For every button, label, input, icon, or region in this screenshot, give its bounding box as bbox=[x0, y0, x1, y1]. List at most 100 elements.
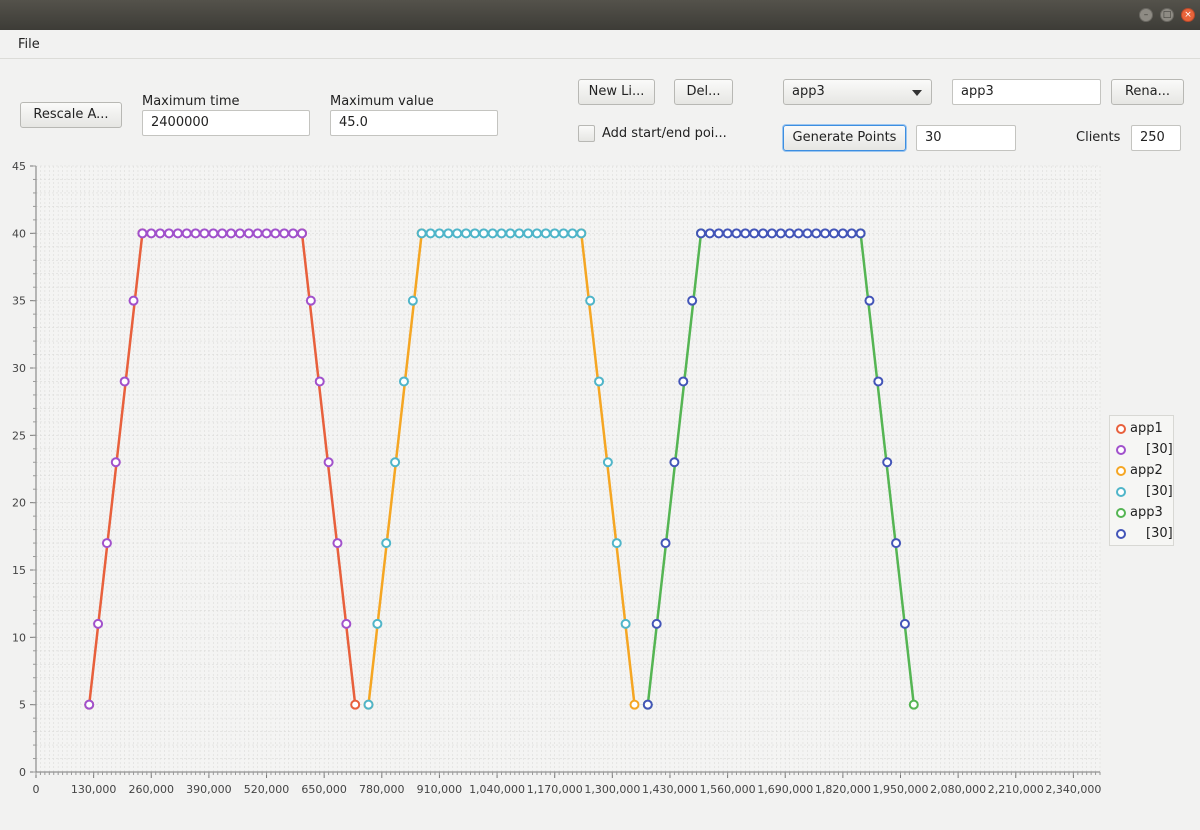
data-point bbox=[155, 228, 166, 239]
data-point bbox=[101, 538, 112, 549]
x-tick-label: 1,560,000 bbox=[700, 783, 756, 796]
y-tick-label: 40 bbox=[12, 227, 26, 240]
data-point bbox=[137, 228, 148, 239]
max-value-label: Maximum value bbox=[330, 94, 434, 109]
menu-bar: File bbox=[0, 30, 1200, 59]
legend-marker-icon bbox=[1116, 466, 1126, 476]
data-point bbox=[252, 228, 263, 239]
series-name-input[interactable]: app3 bbox=[952, 79, 1101, 105]
data-point bbox=[279, 228, 290, 239]
rename-button[interactable]: Rena... bbox=[1111, 79, 1184, 105]
x-tick-label: 1,820,000 bbox=[815, 783, 871, 796]
data-point bbox=[531, 228, 542, 239]
series-select[interactable]: app3 bbox=[783, 79, 932, 105]
data-point bbox=[190, 228, 201, 239]
close-button[interactable]: × bbox=[1181, 8, 1195, 22]
data-point bbox=[84, 699, 95, 710]
generate-count-input[interactable]: 30 bbox=[916, 125, 1016, 151]
data-point bbox=[882, 457, 893, 468]
data-point bbox=[363, 699, 374, 710]
x-tick-label: 910,000 bbox=[417, 783, 463, 796]
delete-line-button[interactable]: Del... bbox=[674, 79, 733, 105]
data-point bbox=[181, 228, 192, 239]
data-point bbox=[443, 228, 454, 239]
minimize-button[interactable]: – bbox=[1139, 8, 1153, 22]
series-select-value: app3 bbox=[792, 84, 825, 99]
x-tick-label: 390,000 bbox=[186, 783, 232, 796]
minimize-icon: – bbox=[1143, 10, 1149, 20]
data-point bbox=[478, 228, 489, 239]
x-tick-label: 260,000 bbox=[129, 783, 175, 796]
data-point bbox=[678, 376, 689, 387]
data-point bbox=[775, 228, 786, 239]
legend-label: [30] bbox=[1146, 442, 1173, 457]
plot-area bbox=[36, 166, 1100, 772]
data-point bbox=[611, 538, 622, 549]
data-point bbox=[110, 457, 121, 468]
data-point bbox=[642, 699, 653, 710]
menu-file[interactable]: File bbox=[18, 37, 40, 52]
max-time-input[interactable]: 2400000 bbox=[142, 110, 310, 136]
data-point bbox=[749, 228, 760, 239]
data-point bbox=[820, 228, 831, 239]
legend-marker-icon bbox=[1116, 508, 1126, 518]
data-point bbox=[461, 228, 472, 239]
legend-item-app2[interactable]: app2 bbox=[1116, 462, 1174, 482]
data-point bbox=[642, 699, 653, 710]
y-tick-label: 35 bbox=[12, 295, 26, 308]
x-tick-label: 0 bbox=[33, 783, 40, 796]
data-point bbox=[758, 228, 769, 239]
data-point bbox=[146, 228, 157, 239]
maximize-button[interactable]: □ bbox=[1160, 8, 1174, 22]
x-tick-label: 1,690,000 bbox=[757, 783, 813, 796]
data-point bbox=[314, 376, 325, 387]
data-point bbox=[217, 228, 228, 239]
data-point bbox=[164, 228, 174, 239]
legend-marker-icon bbox=[1116, 445, 1126, 455]
y-tick-label: 10 bbox=[12, 631, 26, 644]
x-tick-label: 780,000 bbox=[359, 783, 405, 796]
max-value-input[interactable]: 45.0 bbox=[330, 110, 498, 136]
legend-item-app1[interactable]: app1 bbox=[1116, 420, 1174, 440]
data-point bbox=[811, 228, 822, 239]
x-tick-label: 1,040,000 bbox=[469, 783, 525, 796]
legend-label: app3 bbox=[1130, 505, 1163, 520]
clients-input[interactable]: 250 bbox=[1131, 125, 1181, 151]
data-point bbox=[687, 295, 698, 306]
data-point bbox=[199, 228, 210, 239]
generate-points-button[interactable]: Generate Points bbox=[783, 125, 906, 151]
data-point bbox=[119, 376, 130, 387]
data-point bbox=[434, 228, 445, 239]
data-point bbox=[261, 228, 272, 239]
rescale-axes-button[interactable]: Rescale A... bbox=[20, 102, 122, 128]
x-tick-label: 1,430,000 bbox=[642, 783, 698, 796]
data-point bbox=[372, 618, 383, 629]
data-point bbox=[208, 228, 219, 239]
data-point bbox=[766, 228, 777, 239]
legend-item-app3[interactable]: app3 bbox=[1116, 504, 1174, 524]
x-tick-label: 1,300,000 bbox=[584, 783, 640, 796]
legend-marker-icon bbox=[1116, 529, 1126, 539]
data-point bbox=[84, 699, 95, 710]
chevron-down-icon bbox=[912, 90, 922, 96]
legend-label: [30] bbox=[1146, 484, 1173, 499]
y-tick-label: 5 bbox=[19, 699, 26, 712]
data-point bbox=[234, 228, 245, 239]
y-tick-label: 25 bbox=[12, 429, 26, 442]
data-point bbox=[829, 228, 839, 239]
legend-item-app1-points[interactable]: [30] bbox=[1116, 441, 1174, 461]
x-tick-label: 2,340,000 bbox=[1045, 783, 1101, 796]
new-line-button[interactable]: New Li... bbox=[578, 79, 655, 105]
legend-item-app3-points[interactable]: [30] bbox=[1116, 525, 1174, 545]
legend-item-app2-points[interactable]: [30] bbox=[1116, 483, 1174, 503]
data-point bbox=[416, 228, 427, 239]
data-point bbox=[908, 699, 919, 710]
y-tick-label: 45 bbox=[12, 160, 26, 173]
data-point bbox=[452, 228, 463, 239]
add-start-end-checkbox[interactable] bbox=[578, 125, 595, 142]
data-point bbox=[594, 376, 605, 387]
data-point bbox=[514, 228, 525, 239]
data-point bbox=[696, 228, 706, 239]
legend-label: [30] bbox=[1146, 526, 1173, 541]
data-point bbox=[585, 295, 596, 306]
